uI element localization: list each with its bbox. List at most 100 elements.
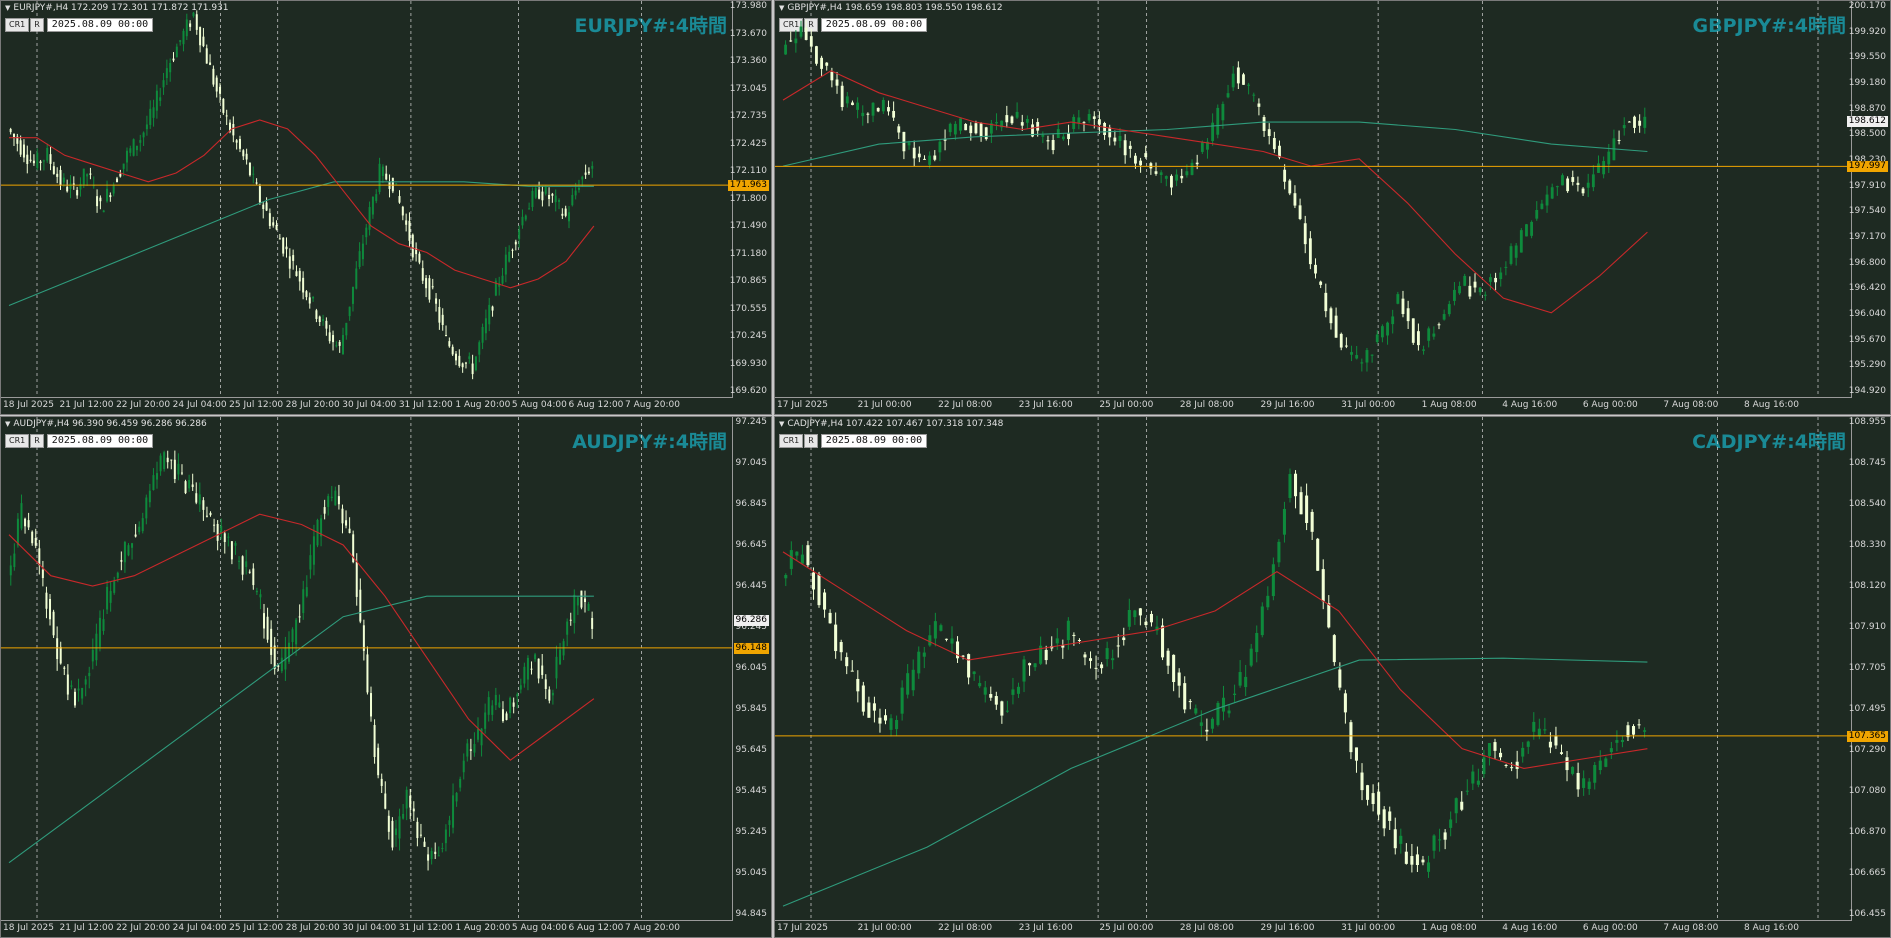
candle-body [302,589,305,614]
candle-body [223,533,226,542]
panel-cadjpy[interactable]: ▼ CADJPY#,H4 107.422 107.467 107.318 107.… [774,416,1891,938]
plot-area[interactable] [1,1,733,398]
candle-body [212,68,215,85]
candle-body [245,153,248,160]
candle-body [1194,708,1198,714]
candle-body [338,341,341,346]
candle-body [591,618,594,629]
candle-body [1602,160,1606,175]
candle-body [922,652,926,657]
candle-body [978,683,982,687]
candle-body [419,834,422,836]
candle-body [1422,349,1425,351]
candle-body [1123,140,1127,156]
panel-audjpy[interactable]: ▼ AUDJPY#,H4 96.390 96.459 96.286 96.286 C… [0,416,772,938]
candle-body [1277,541,1281,563]
candle-body [1242,74,1245,85]
candle-body [1247,84,1251,86]
candle-body [252,173,255,175]
candle-body [845,96,849,104]
candle-body [1504,764,1508,766]
x-tick-label: 8 Aug 16:00 [1744,923,1799,933]
candle-body [355,561,358,597]
candle-body [911,669,915,691]
candle-body [230,541,233,560]
candle-body [1010,116,1014,124]
candle-body [795,551,799,556]
candle-body [405,220,408,225]
x-tick-label: 24 Jul 04:00 [172,923,227,933]
candle-body [887,107,890,112]
candle-body [1344,345,1348,347]
candle-body [1067,133,1070,140]
candle-body [452,795,455,828]
candle-body [1172,654,1176,683]
candle-body [851,102,854,106]
candle-body [1149,163,1153,169]
candle-body [523,666,526,684]
candle-body [109,195,112,198]
candle-body [815,46,818,64]
candle-body [327,496,330,507]
candle-body [1638,120,1642,126]
candle-body [1604,758,1608,767]
candle-body [473,744,476,753]
panel-gbpjpy[interactable]: ▼ GBPJPY#,H4 198.659 198.803 198.550 198.… [774,0,1891,415]
candle-body [132,139,135,156]
y-tick-label: 200.170 [1848,1,1886,11]
candle-body [558,200,561,202]
candle-body [134,534,137,537]
candle-body [295,619,298,645]
candle-body [266,616,269,640]
candle-body [255,590,258,593]
y-tick-label: 199.180 [1848,78,1886,88]
candle-body [265,202,268,211]
y-tick-label: 194.920 [1848,386,1886,396]
candle-body [116,572,119,578]
candle-body [917,153,921,158]
candle-body [458,355,461,367]
candle-body [145,124,148,130]
plot-area[interactable] [775,417,1852,921]
candle-body [89,173,92,175]
plot-area[interactable] [775,1,1852,398]
candle-body [112,184,115,194]
candle-body [969,125,973,134]
candle-body [377,747,380,776]
plot-area[interactable] [1,417,733,921]
candle-body [544,679,547,689]
candle-body [34,538,37,546]
candle-body [416,821,419,839]
y-tick-label: 108.330 [1848,540,1886,550]
candle-body [514,241,517,245]
candle-body [192,12,195,17]
candle-body [1303,223,1307,245]
candle-body [1365,350,1369,363]
x-tick-label: 30 Jul 04:00 [342,400,397,410]
candle-body [809,36,813,47]
candle-body [435,298,438,304]
candle-body [1118,135,1122,141]
candle-body [1195,162,1199,165]
candle-body [1231,73,1235,88]
candle-body [1154,171,1158,174]
candle-body [861,685,865,712]
panel-eurjpy[interactable]: ▼ EURJPY#,H4 172.209 172.301 171.872 171.… [0,0,772,415]
candle-body [234,543,237,546]
candle-body [275,224,278,230]
x-tick-label: 22 Jul 08:00 [938,400,993,410]
y-tick-label: 97.245 [735,417,768,427]
candle-body [1576,182,1580,185]
candle-body [983,687,987,695]
y-tick-label: 171.800 [729,193,767,204]
candle-body [445,335,448,337]
candle-body [1473,281,1477,288]
candle-body [86,174,89,177]
candle-body [1272,138,1276,150]
candle-body [125,150,128,163]
candle-body [1216,107,1220,135]
candle-body [195,14,198,30]
candle-body [1550,187,1554,199]
candle-body [180,472,183,474]
candle-body [1427,328,1431,341]
